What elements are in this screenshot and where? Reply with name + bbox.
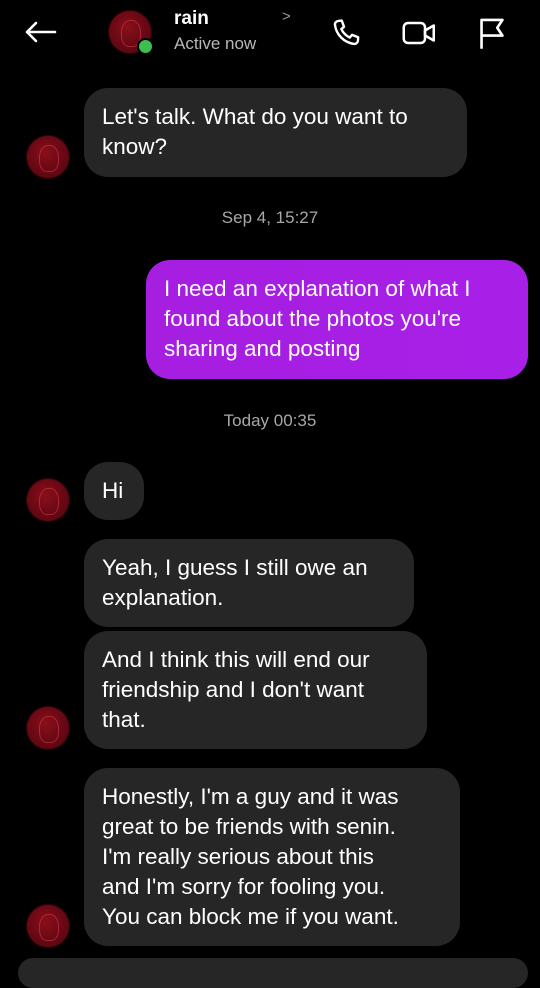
video-call-button[interactable] [400, 14, 440, 52]
message-composer[interactable] [18, 958, 528, 988]
outgoing-message[interactable]: I need an explanation of what I found ab… [146, 260, 528, 379]
contact-avatar[interactable] [108, 10, 154, 55]
incoming-message[interactable]: Let's talk. What do you want to know? [84, 88, 467, 177]
incoming-message[interactable]: And I think this will end our friendship… [84, 631, 427, 749]
sender-avatar[interactable] [26, 478, 70, 522]
timestamp: Sep 4, 15:27 [221, 208, 319, 227]
sender-avatar[interactable] [26, 904, 70, 948]
back-button[interactable] [18, 14, 62, 50]
voice-call-button[interactable] [326, 14, 366, 52]
sender-avatar[interactable] [26, 706, 70, 750]
incoming-message[interactable]: Honestly, I'm a guy and it was great to … [84, 768, 460, 946]
sender-avatar[interactable] [26, 135, 70, 179]
incoming-message[interactable]: Hi [84, 462, 144, 520]
incoming-message[interactable]: Yeah, I guess I still owe an explanation… [84, 539, 414, 627]
chevron-right-icon[interactable]: > [282, 8, 291, 25]
phone-icon [333, 19, 360, 46]
contact-status: Active now [174, 34, 257, 53]
report-button[interactable] [472, 14, 512, 52]
online-status-dot [137, 38, 154, 55]
flag-icon [480, 18, 504, 49]
timestamp: Today 00:35 [223, 411, 317, 430]
back-arrow-icon [25, 21, 57, 43]
contact-name[interactable]: rain [174, 8, 209, 30]
video-icon [402, 21, 435, 45]
chat-header: rain Active now > [0, 0, 540, 66]
